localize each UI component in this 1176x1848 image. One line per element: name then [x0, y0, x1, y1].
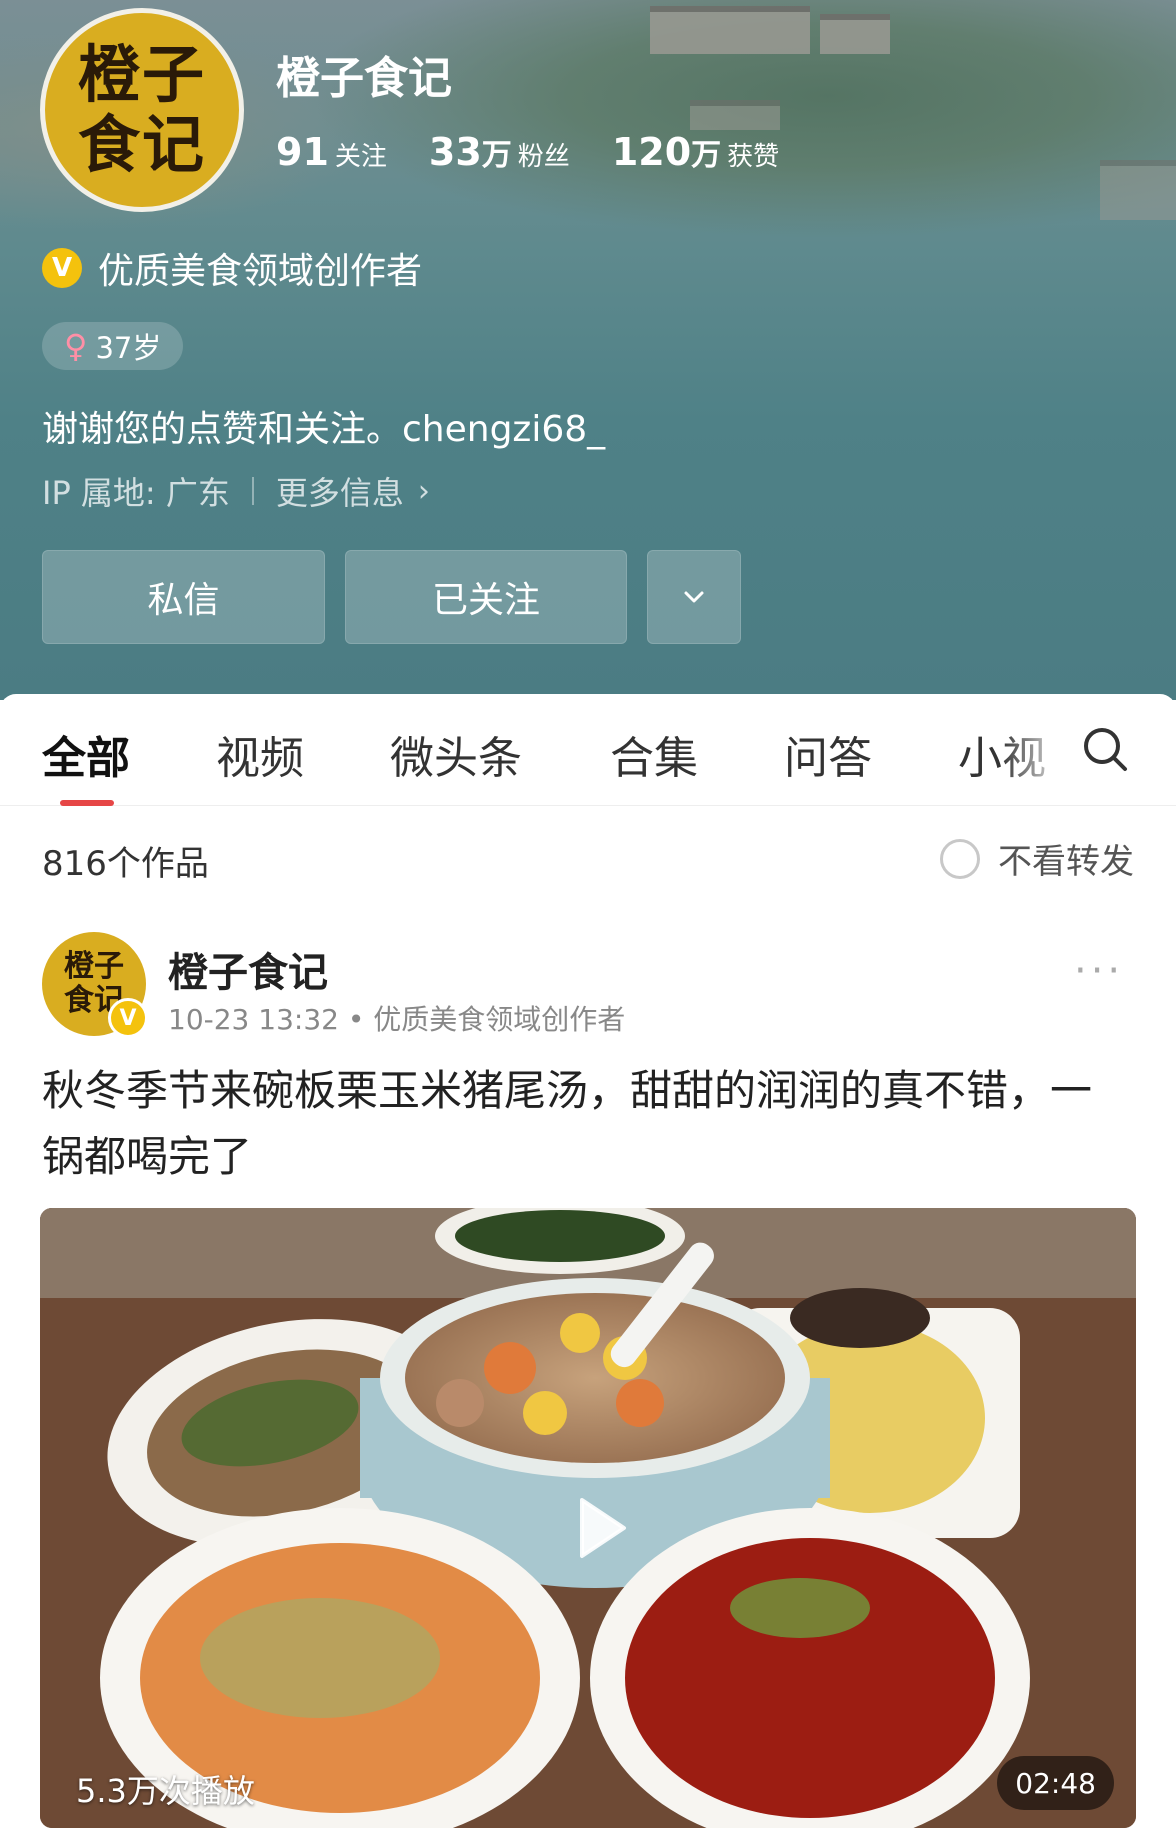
works-count-row: 816个作品 不看转发 — [0, 806, 1176, 906]
stat-followers-count: 33 — [428, 130, 482, 174]
tab-video[interactable]: 视频 — [216, 722, 304, 786]
age-tag: ♀ 37岁 — [42, 322, 184, 370]
header-background-house — [820, 14, 890, 54]
female-icon: ♀ — [64, 327, 88, 365]
post-avatar-text-line1: 橙子 — [64, 949, 124, 984]
stat-likes-count: 120 — [611, 130, 692, 174]
age-text: 37岁 — [95, 331, 162, 365]
message-button[interactable]: 私信 — [42, 550, 325, 644]
stat-likes-unit: 万 — [691, 138, 722, 173]
verified-text: 优质美食领域创作者 — [98, 251, 423, 292]
works-count: 816个作品 — [42, 844, 209, 884]
header-background-house — [690, 100, 780, 130]
profile-name: 橙子食记 — [276, 53, 452, 104]
profile-bio: 谢谢您的点赞和关注。chengzi68_ — [42, 409, 606, 450]
stat-following-count: 91 — [276, 130, 329, 174]
header-background-house — [650, 6, 810, 54]
stat-followers-label: 粉丝 — [517, 142, 570, 172]
hide-reposts-toggle[interactable]: 不看转发 — [940, 834, 1134, 883]
tab-bar: 全部 视频 微头条 合集 问答 小视 — [0, 694, 1176, 806]
avatar-text-line2: 食记 — [77, 108, 206, 181]
ip-info-row: IP 属地: 广东 更多信息 › — [42, 468, 430, 514]
stat-following[interactable]: 91 关注 — [276, 130, 387, 174]
view-count: 5.3万次播放 — [76, 1772, 255, 1810]
hide-reposts-label: 不看转发 — [998, 842, 1134, 882]
avatar-text-line1: 橙子 — [77, 38, 206, 111]
profile-header: 橙子 食记 橙子食记 91 关注 33 万 粉丝 120 万 获赞 V 优质美食… — [0, 0, 1176, 700]
expand-button[interactable] — [647, 550, 741, 644]
follow-button[interactable]: 已关注 — [345, 550, 627, 644]
stat-following-label: 关注 — [334, 142, 387, 172]
profile-avatar[interactable]: 橙子 食记 — [40, 8, 244, 212]
search-icon[interactable] — [1080, 724, 1130, 774]
verified-badge-icon: V — [42, 248, 82, 288]
play-icon[interactable] — [560, 1488, 640, 1568]
stat-followers-unit: 万 — [481, 138, 512, 173]
more-info-link[interactable]: 更多信息 — [276, 468, 404, 514]
more-icon[interactable]: ··· — [1074, 948, 1124, 994]
tab-collection[interactable]: 合集 — [610, 722, 698, 786]
video-duration: 02:48 — [997, 1756, 1114, 1810]
ip-location: IP 属地: 广东 — [42, 474, 230, 512]
radio-icon — [940, 838, 980, 879]
post-verified-badge-icon: V — [108, 998, 148, 1038]
divider — [251, 477, 254, 505]
profile-stats: 91 关注 33 万 粉丝 120 万 获赞 — [276, 130, 821, 174]
tab-weitoutiao[interactable]: 微头条 — [390, 722, 522, 786]
chevron-down-icon — [684, 591, 704, 603]
header-background-house — [1100, 160, 1176, 220]
video-thumbnail[interactable]: 5.3万次播放 02:48 — [40, 1208, 1136, 1828]
stat-likes-label: 获赞 — [727, 142, 780, 172]
post-title[interactable]: 秋冬季节来碗板栗玉米猪尾汤，甜甜的润润的真不错，一锅都喝完了 — [42, 1058, 1122, 1190]
tab-qa[interactable]: 问答 — [784, 722, 872, 786]
tab-fade-overlay — [1000, 714, 1070, 784]
stat-followers[interactable]: 33 万 粉丝 — [429, 130, 570, 174]
post-meta: 10-23 13:32 • 优质美食领域创作者 — [168, 1003, 626, 1036]
chevron-right-icon: › — [417, 473, 430, 509]
stat-likes[interactable]: 120 万 获赞 — [612, 130, 779, 174]
verified-creator: V 优质美食领域创作者 — [42, 242, 422, 294]
tab-all[interactable]: 全部 — [42, 722, 130, 786]
content-panel: 全部 视频 微头条 合集 问答 小视 816个作品 不看转发 橙子 食记 V 橙… — [0, 694, 1176, 1848]
post-author-name[interactable]: 橙子食记 — [168, 940, 328, 998]
